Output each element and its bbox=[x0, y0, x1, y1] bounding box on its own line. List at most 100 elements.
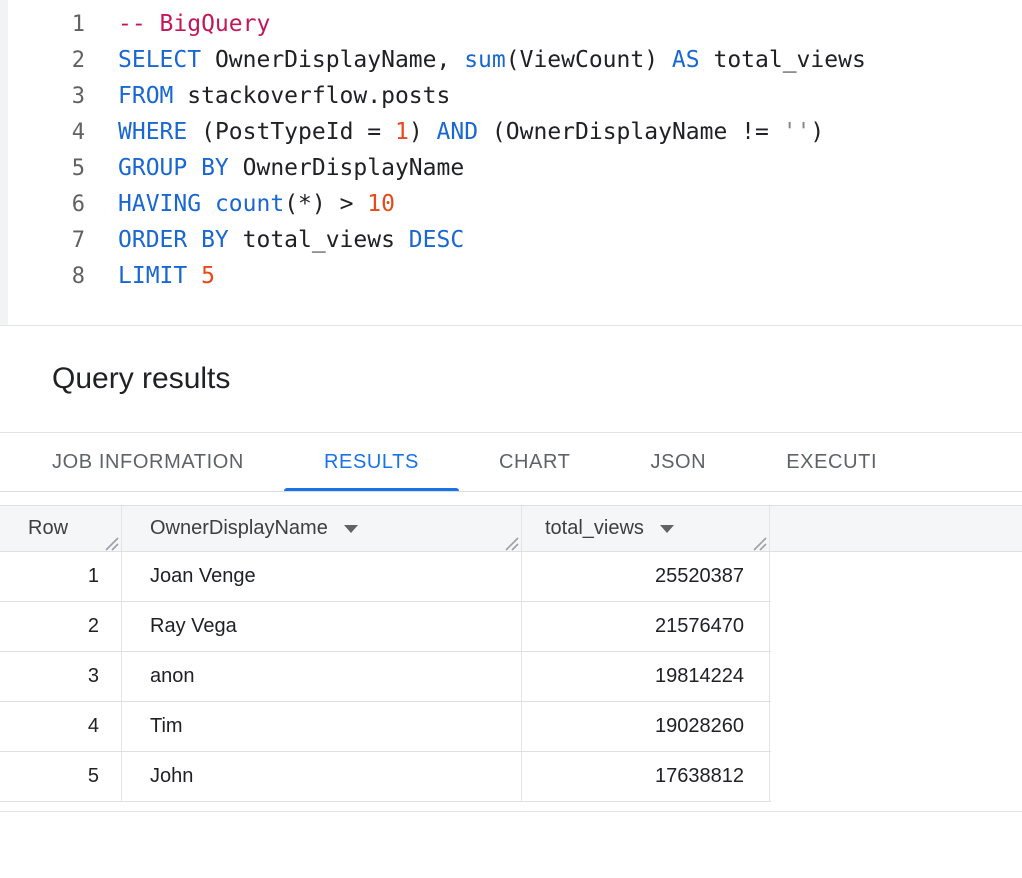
owner-name-cell: anon bbox=[122, 652, 522, 701]
tab-executi[interactable]: EXECUTI bbox=[746, 433, 917, 491]
code-line[interactable]: 5GROUP BY OwnerDisplayName bbox=[0, 150, 1022, 186]
line-number: 3 bbox=[0, 84, 85, 109]
active-tab-indicator bbox=[284, 488, 459, 491]
owner-name-cell: Joan Venge bbox=[122, 552, 522, 601]
code-token-num: 10 bbox=[367, 191, 395, 217]
editor-gutter-strip bbox=[0, 0, 8, 325]
code-token-pln: stackoverflow.posts bbox=[173, 83, 450, 109]
code-token-pln: total_views bbox=[700, 47, 866, 73]
code-token-kw: sum bbox=[464, 47, 506, 73]
code-token-pln: ) bbox=[810, 119, 824, 145]
code-line[interactable]: 1 -- BigQuery bbox=[0, 6, 1022, 42]
query-results-title: Query results bbox=[52, 362, 230, 396]
sort-arrow-icon[interactable] bbox=[344, 525, 358, 533]
table-bottom-divider bbox=[0, 811, 1022, 812]
code-token-pln: total_views bbox=[229, 227, 409, 253]
owner-name-cell: Tim bbox=[122, 702, 522, 751]
tab-label: EXECUTI bbox=[786, 451, 877, 474]
total-views-cell: 17638812 bbox=[522, 752, 770, 801]
column-resize-handle[interactable] bbox=[752, 534, 767, 549]
code-token-num: 1 bbox=[395, 119, 409, 145]
code-line[interactable]: 2 SELECT OwnerDisplayName, sum(ViewCount)… bbox=[0, 42, 1022, 78]
code-line[interactable]: 7ORDER BY total_views DESC bbox=[0, 222, 1022, 258]
line-number: 8 bbox=[0, 264, 85, 289]
line-number: 1 bbox=[0, 12, 85, 37]
column-header-ownerdisplayname: OwnerDisplayName bbox=[122, 506, 522, 551]
code-token-kw: WHERE bbox=[118, 119, 187, 145]
total-views-cell: 19814224 bbox=[522, 652, 770, 701]
code-token-pln bbox=[201, 191, 215, 217]
code-text: -- BigQuery bbox=[85, 11, 270, 37]
total-views-cell: 21576470 bbox=[522, 602, 770, 651]
tab-chart[interactable]: CHART bbox=[459, 433, 611, 491]
column-label: total_views bbox=[545, 517, 644, 540]
table-row: 4Tim19028260 bbox=[0, 702, 771, 752]
table-row: 5John17638812 bbox=[0, 752, 771, 802]
code-token-pln bbox=[187, 263, 201, 289]
code-text: ORDER BY total_views DESC bbox=[85, 227, 464, 253]
header-filler bbox=[770, 506, 1022, 551]
code-token-com: -- BigQuery bbox=[118, 11, 270, 37]
bigquery-query-results-panel: 1 -- BigQuery 2 SELECT OwnerDisplayName, su… bbox=[0, 0, 1022, 812]
code-line[interactable]: 6HAVING count(*) > 10 bbox=[0, 186, 1022, 222]
code-line[interactable]: 8LIMIT 5 bbox=[0, 258, 1022, 294]
tab-label: JSON bbox=[650, 451, 706, 474]
sort-arrow-icon[interactable] bbox=[660, 525, 674, 533]
table-row: 1Joan Venge25520387 bbox=[0, 552, 771, 602]
code-token-str: '' bbox=[783, 119, 811, 145]
code-line[interactable]: 3FROM stackoverflow.posts bbox=[0, 78, 1022, 114]
code-token-kw: DESC bbox=[409, 227, 464, 253]
table-row: 2Ray Vega21576470 bbox=[0, 602, 771, 652]
row-number-cell: 4 bbox=[0, 702, 122, 751]
results-table-body: 1Joan Venge255203872Ray Vega215764703ano… bbox=[0, 552, 1022, 802]
code-token-kw: ORDER BY bbox=[118, 227, 229, 253]
line-number: 6 bbox=[0, 192, 85, 217]
tab-job-information[interactable]: JOB INFORMATION bbox=[12, 433, 284, 491]
code-token-kw: LIMIT bbox=[118, 263, 187, 289]
code-line[interactable]: 4WHERE (PostTypeId = 1) AND (OwnerDispla… bbox=[0, 114, 1022, 150]
code-text: LIMIT 5 bbox=[85, 263, 215, 289]
code-token-pln: OwnerDisplayName, bbox=[201, 47, 464, 73]
tab-label: RESULTS bbox=[324, 451, 419, 474]
code-token-kw: count bbox=[215, 191, 284, 217]
line-number: 4 bbox=[0, 120, 85, 145]
table-row: 3anon19814224 bbox=[0, 652, 771, 702]
tab-label: CHART bbox=[499, 451, 571, 474]
code-token-kw: HAVING bbox=[118, 191, 201, 217]
sql-editor[interactable]: 1 -- BigQuery 2 SELECT OwnerDisplayName, su… bbox=[0, 0, 1022, 326]
code-text: HAVING count(*) > 10 bbox=[85, 191, 395, 217]
code-token-kw: SELECT bbox=[118, 47, 201, 73]
results-table: Row OwnerDisplayName total_views 1Joan Ven… bbox=[0, 505, 1022, 802]
row-number-cell: 5 bbox=[0, 752, 122, 801]
code-text: WHERE (PostTypeId = 1) AND (OwnerDisplay… bbox=[85, 119, 824, 145]
code-text: FROM stackoverflow.posts bbox=[85, 83, 450, 109]
owner-name-cell: John bbox=[122, 752, 522, 801]
column-label: OwnerDisplayName bbox=[150, 517, 328, 540]
query-results-header: Query results bbox=[0, 326, 1022, 433]
column-resize-handle[interactable] bbox=[504, 534, 519, 549]
code-token-kw: AND bbox=[437, 119, 479, 145]
owner-name-cell: Ray Vega bbox=[122, 602, 522, 651]
line-number: 7 bbox=[0, 228, 85, 253]
tab-json[interactable]: JSON bbox=[610, 433, 746, 491]
code-text: GROUP BY OwnerDisplayName bbox=[85, 155, 464, 181]
code-lines: 1 -- BigQuery 2 SELECT OwnerDisplayName, su… bbox=[0, 6, 1022, 294]
total-views-cell: 19028260 bbox=[522, 702, 770, 751]
code-token-pln: (ViewCount) bbox=[506, 47, 672, 73]
column-resize-handle[interactable] bbox=[104, 534, 119, 549]
code-token-pln: (PostTypeId = bbox=[187, 119, 395, 145]
results-tab-bar: JOB INFORMATION RESULTS CHART JSON EXECUTI bbox=[0, 433, 1022, 492]
column-header-row: Row bbox=[0, 506, 122, 551]
tab-label: JOB INFORMATION bbox=[52, 451, 244, 474]
code-token-kw: FROM bbox=[118, 83, 173, 109]
code-token-kw: GROUP BY bbox=[118, 155, 229, 181]
row-number-cell: 1 bbox=[0, 552, 122, 601]
line-number: 2 bbox=[0, 48, 85, 73]
code-token-pln: OwnerDisplayName bbox=[229, 155, 464, 181]
code-token-pln: (OwnerDisplayName != bbox=[478, 119, 783, 145]
row-number-cell: 3 bbox=[0, 652, 122, 701]
tab-results[interactable]: RESULTS bbox=[284, 433, 459, 491]
line-number: 5 bbox=[0, 156, 85, 181]
code-token-num: 5 bbox=[201, 263, 215, 289]
column-header-total-views: total_views bbox=[522, 506, 770, 551]
